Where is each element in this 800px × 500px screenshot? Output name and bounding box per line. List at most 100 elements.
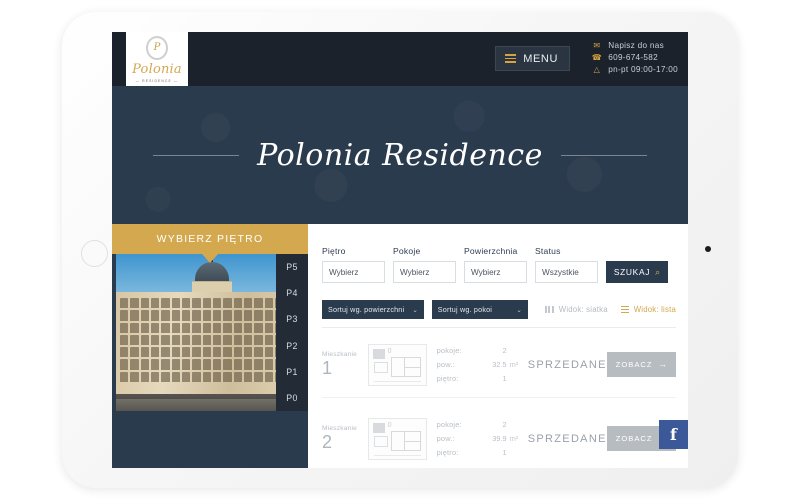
filter-group-status: Status Wszystkie xyxy=(535,246,598,283)
filter-label-area: Powierzchnia xyxy=(464,246,518,256)
contact-opening-hours: pn-pt 09:00-17:00 xyxy=(608,65,678,74)
view-toggle-list[interactable]: Widok: lista xyxy=(620,305,676,314)
listing-word: Mieszkanie xyxy=(322,425,357,433)
contact-row-email[interactable]: ✉ Napisz do nas xyxy=(592,41,678,50)
choose-floor-banner: WYBIERZ PIĘTRO xyxy=(112,224,308,254)
view-toggle-group: Widok: siatka Widok: lista xyxy=(544,305,676,314)
phone-icon: ☎ xyxy=(591,52,602,62)
floorplan-thumbnail[interactable]: 0 xyxy=(367,343,427,386)
hero-rule-left xyxy=(153,155,240,156)
hero-banner: Polonia Residence xyxy=(112,86,688,224)
clock-icon: △ xyxy=(593,64,600,74)
grid-view-icon xyxy=(544,306,554,313)
floorplan-photo-icon xyxy=(372,422,385,433)
filter-select-rooms[interactable]: Wybierz xyxy=(393,261,456,283)
filter-value-floor: Wybierz xyxy=(329,267,359,277)
section-divider xyxy=(322,327,676,328)
listing-row[interactable]: Mieszkanie 1 0 pokoje: 2 pow.: 32.5 m² p… xyxy=(322,332,676,398)
floor-selector-sidebar: WYBIERZ PIĘTRO P5 P4 P3 P2 P1 P0 xyxy=(112,224,308,468)
contact-row-phone[interactable]: ☎ 609-674-582 xyxy=(592,53,678,62)
hero-rule-right xyxy=(560,155,647,156)
view-listing-label: ZOBACZ xyxy=(615,434,653,443)
floor-item-p2[interactable]: P2 xyxy=(276,333,308,359)
facebook-share-button[interactable]: f xyxy=(659,420,688,449)
filter-group-rooms: Pokoje Wybierz xyxy=(393,246,456,283)
listing-row[interactable]: Mieszkanie 2 0 pokoje: 2 pow.: 39.9 m² p… xyxy=(322,406,676,468)
filter-group-floor: Piętro Wybierz xyxy=(322,246,385,283)
spec-floor: piętro: 1 xyxy=(437,448,528,457)
filter-value-rooms: Wybierz xyxy=(400,267,430,277)
logo-crest-initials: P xyxy=(153,41,161,53)
logo-wordmark: Polonia xyxy=(132,61,182,77)
menu-button[interactable]: MENU xyxy=(495,46,570,71)
arrow-right-icon: → xyxy=(658,359,667,369)
header-contact-info: ✉ Napisz do nas ☎ 609-674-582 △ pn-pt 09… xyxy=(592,41,678,74)
listing-number: 1 xyxy=(322,358,333,379)
menu-button-label: MENU xyxy=(523,52,558,65)
floorplan-rooms-shape xyxy=(390,356,421,377)
filter-bar: Piętro Wybierz Pokoje Wybierz Powierzchn… xyxy=(322,246,668,283)
filter-value-status: Wszystkie xyxy=(542,267,579,277)
browser-screen: P Polonia — RESIDENCE — MENU ✉ Napisz do… xyxy=(112,32,688,468)
filter-select-floor[interactable]: Wybierz xyxy=(322,261,385,283)
contact-phone-number: 609-674-582 xyxy=(608,53,658,62)
floorplan-thumbnail[interactable]: 0 xyxy=(367,417,427,460)
status-badge: SPRZEDANE xyxy=(527,358,607,371)
contact-row-hours: △ pn-pt 09:00-17:00 xyxy=(592,65,678,74)
floorplan-rooms-shape xyxy=(390,430,421,451)
floorplan-floor-marker: 0 xyxy=(387,347,392,355)
search-icon: ⌕ xyxy=(655,266,661,277)
listing-specs: pokoje: 2 pow.: 32.5 m² piętro: 1 xyxy=(437,346,528,383)
site-header: P Polonia — RESIDENCE — MENU ✉ Napisz do… xyxy=(112,32,688,88)
spec-floor-key: piętro: xyxy=(436,374,459,383)
view-toggle-grid[interactable]: Widok: siatka xyxy=(544,305,608,314)
floorplan-footer-line xyxy=(373,380,421,382)
filter-group-area: Powierzchnia Wybierz xyxy=(464,246,527,283)
spec-floor-key: piętro: xyxy=(436,448,459,457)
floor-item-p5[interactable]: P5 xyxy=(276,254,308,280)
search-button[interactable]: SZUKAJ ⌕ xyxy=(606,261,668,283)
sort-label-area: Sortuj wg. powierzchni xyxy=(328,305,405,314)
home-button[interactable] xyxy=(81,240,108,267)
spec-rooms-key: pokoje: xyxy=(436,420,462,429)
spec-area-value: 39.9 xyxy=(492,434,507,443)
spec-area-unit: m² xyxy=(509,360,519,369)
view-toggle-grid-label: Widok: siatka xyxy=(558,305,608,314)
hamburger-icon xyxy=(505,53,517,64)
floorplan-detail-shape xyxy=(373,361,388,373)
view-listing-label: ZOBACZ xyxy=(615,360,653,369)
filter-select-status[interactable]: Wszystkie xyxy=(535,261,598,283)
sort-select-rooms[interactable]: Sortuj wg. pokoi ⌄ xyxy=(431,300,528,319)
listing-number: 2 xyxy=(322,432,333,453)
spec-rooms-value: 2 xyxy=(502,346,507,355)
view-toggle-list-label: Widok: lista xyxy=(633,305,676,314)
floor-item-p3[interactable]: P3 xyxy=(276,306,308,332)
listing-specs: pokoje: 2 pow.: 39.9 m² piętro: 1 xyxy=(437,420,528,457)
spec-area-key: pow.: xyxy=(436,434,455,443)
front-camera-icon xyxy=(705,246,711,252)
filter-select-area[interactable]: Wybierz xyxy=(464,261,527,283)
site-logo[interactable]: P Polonia — RESIDENCE — xyxy=(126,32,188,88)
hero-title-row: Polonia Residence xyxy=(112,138,688,173)
chevron-down-icon: ⌄ xyxy=(412,306,418,314)
spec-area-unit: m² xyxy=(509,434,519,443)
floorplan-detail-shape xyxy=(373,435,388,447)
spec-rooms: pokoje: 2 xyxy=(437,420,528,429)
page-title: Polonia Residence xyxy=(257,138,543,173)
spec-floor: piętro: 1 xyxy=(437,374,528,383)
spec-rooms-value: 2 xyxy=(502,420,507,429)
floor-list: P5 P4 P3 P2 P1 P0 xyxy=(276,254,308,411)
spec-area-key: pow.: xyxy=(436,360,455,369)
logo-crest-icon: P xyxy=(146,35,168,60)
logo-subtitle: — RESIDENCE — xyxy=(135,78,179,83)
listings-panel: Piętro Wybierz Pokoje Wybierz Powierzchn… xyxy=(308,224,688,468)
listing-identifier: Mieszkanie 2 xyxy=(322,425,368,452)
floor-item-p4[interactable]: P4 xyxy=(276,280,308,306)
floor-item-p1[interactable]: P1 xyxy=(276,359,308,385)
listing-word: Mieszkanie xyxy=(322,351,357,359)
sort-select-area[interactable]: Sortuj wg. powierzchni ⌄ xyxy=(322,300,424,319)
floor-item-p0[interactable]: P0 xyxy=(276,385,308,411)
spec-area-value: 32.5 xyxy=(492,360,507,369)
view-listing-button[interactable]: ZOBACZ → xyxy=(606,352,676,377)
spec-floor-value: 1 xyxy=(502,374,507,383)
